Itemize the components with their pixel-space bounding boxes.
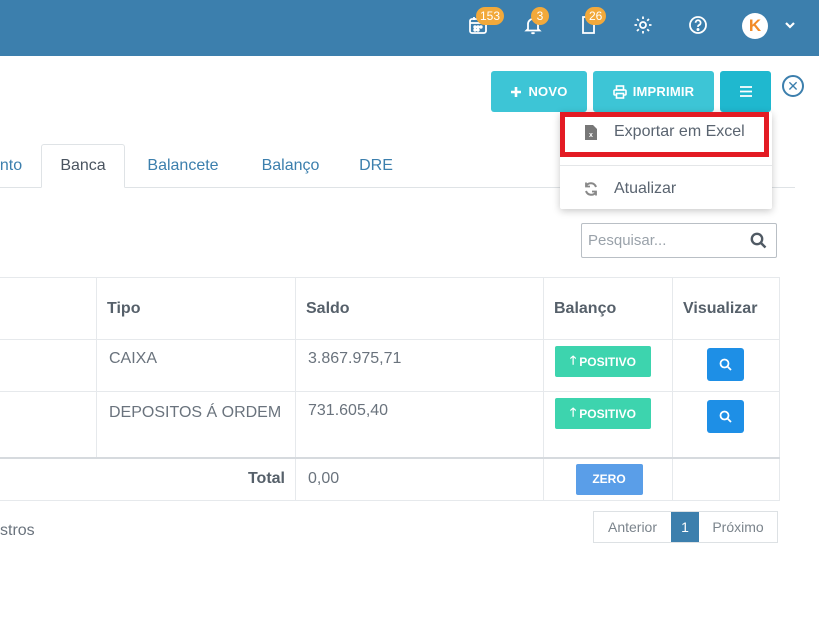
- printer-icon: [612, 84, 627, 99]
- positivo-badge: 🡑 POSITIVO: [555, 346, 651, 377]
- search-icon: [719, 410, 732, 423]
- tab-balanco[interactable]: Balanço: [247, 144, 334, 188]
- atualizar-label: Atualizar: [614, 180, 677, 197]
- cell-empty: [672, 456, 780, 501]
- total-row: Total 0,00 ZERO: [0, 456, 780, 501]
- search-input[interactable]: [582, 232, 742, 249]
- positivo-label: POSITIVO: [579, 354, 636, 369]
- novo-button[interactable]: NOVO: [491, 71, 587, 112]
- chevron-down-icon[interactable]: [779, 14, 801, 36]
- imprimir-button[interactable]: IMPRIMIR: [593, 71, 714, 112]
- user-avatar[interactable]: K: [742, 13, 768, 39]
- col-header-balanco: Balanço: [543, 277, 673, 340]
- avatar-letter: K: [748, 16, 762, 35]
- search-icon: [719, 358, 732, 371]
- pagination-prev[interactable]: Anterior: [594, 512, 671, 542]
- gear-icon[interactable]: [632, 14, 654, 36]
- cell-visualizar: [672, 339, 780, 392]
- positivo-badge: 🡑 POSITIVO: [555, 398, 651, 429]
- col-header-hidden: [0, 277, 97, 340]
- tab-balancete[interactable]: Balancete: [130, 144, 236, 188]
- documents-badge: 26: [585, 7, 607, 25]
- view-button[interactable]: [707, 400, 744, 433]
- novo-label: NOVO: [528, 84, 568, 99]
- search-box: [581, 223, 777, 258]
- pagination-next[interactable]: Próximo: [699, 512, 777, 542]
- table-row: CAIXA 3.867.975,71 🡑 POSITIVO: [0, 339, 780, 392]
- col-header-saldo: Saldo: [295, 277, 544, 340]
- highlight-box: [560, 112, 769, 157]
- cell-tipo: DEPOSITOS Á ORDEM: [96, 391, 296, 458]
- records-info: stros: [0, 522, 35, 539]
- cell-balanco: 🡑 POSITIVO: [543, 391, 673, 458]
- hamburger-icon: [739, 86, 752, 97]
- help-icon[interactable]: [687, 14, 709, 36]
- table-header-row: Tipo Saldo Balanço Visualizar: [0, 277, 780, 340]
- notifications-badge: 3: [531, 7, 549, 25]
- banca-table: Tipo Saldo Balanço Visualizar CAIXA 3.86…: [0, 277, 780, 501]
- positivo-label: POSITIVO: [579, 406, 636, 421]
- view-button[interactable]: [707, 348, 744, 381]
- cell-visualizar: [672, 391, 780, 458]
- arrow-up-icon: 🡑: [570, 353, 577, 367]
- calendar-badge: 153: [476, 7, 505, 25]
- atualizar-item[interactable]: Atualizar: [560, 171, 772, 207]
- top-navbar: 153 3 26 K: [0, 0, 819, 56]
- total-label: Total: [0, 456, 296, 501]
- col-header-tipo: Tipo: [96, 277, 296, 340]
- tab-lancamento[interactable]: nto: [0, 144, 26, 188]
- search-icon[interactable]: [750, 232, 767, 254]
- pagination: Anterior 1 Próximo: [593, 511, 778, 543]
- total-value: 0,00: [295, 456, 544, 501]
- menu-button[interactable]: [720, 71, 771, 112]
- cell-hidden: [0, 391, 97, 458]
- refresh-icon: [582, 181, 600, 197]
- pagination-current[interactable]: 1: [671, 512, 699, 542]
- cell-saldo: 731.605,40: [295, 391, 544, 458]
- cell-total-balanco: ZERO: [543, 456, 673, 501]
- cell-balanco: 🡑 POSITIVO: [543, 339, 673, 392]
- arrow-up-icon: 🡑: [570, 405, 577, 419]
- col-header-visualizar: Visualizar: [672, 277, 780, 340]
- imprimir-label: IMPRIMIR: [632, 84, 695, 99]
- cell-tipo: CAIXA: [96, 339, 296, 392]
- tab-banca[interactable]: Banca: [41, 144, 125, 188]
- cell-saldo: 3.867.975,71: [295, 339, 544, 392]
- zero-badge: ZERO: [575, 463, 643, 495]
- dropdown-divider: [560, 165, 772, 166]
- plus-icon: [511, 86, 522, 97]
- close-icon[interactable]: ✕: [782, 75, 804, 97]
- tab-dre[interactable]: DRE: [346, 144, 406, 188]
- cell-hidden: [0, 339, 97, 392]
- table-row: DEPOSITOS Á ORDEM 731.605,40 🡑 POSITIVO: [0, 391, 780, 458]
